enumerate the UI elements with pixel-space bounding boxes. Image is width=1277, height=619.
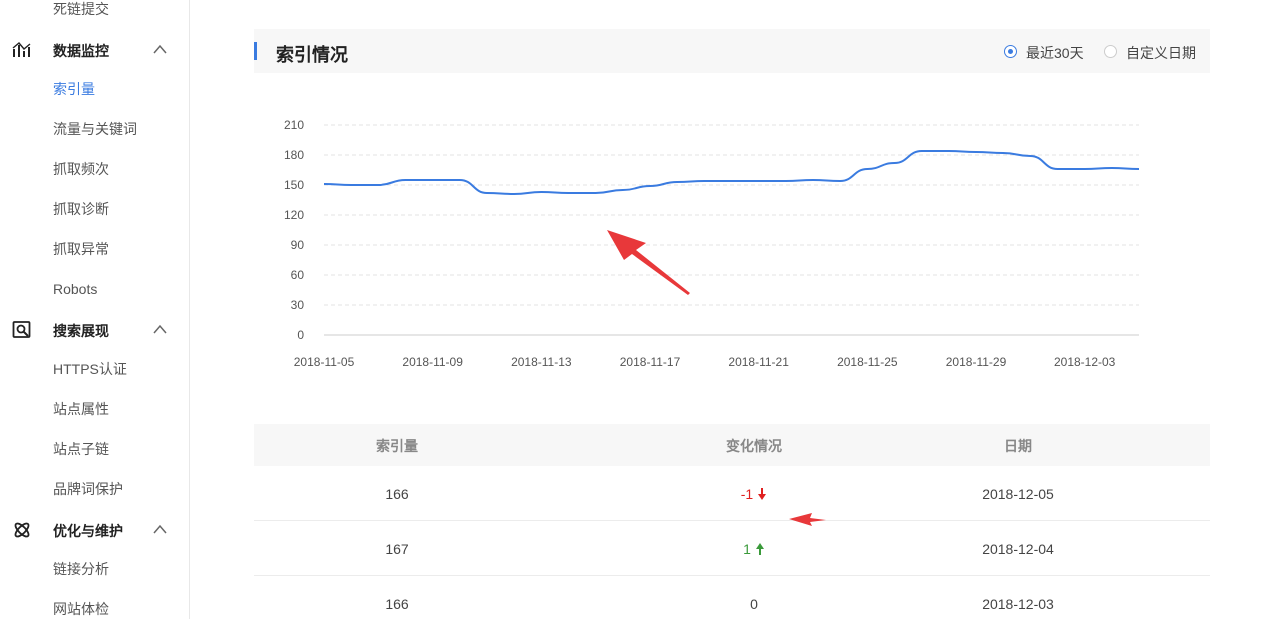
chevron-up-icon[interactable] xyxy=(152,523,168,535)
sidebar-section-title: 优化与维护 xyxy=(53,523,123,539)
x-tick-label: 2018-11-13 xyxy=(511,355,572,369)
y-tick-label: 210 xyxy=(284,118,304,132)
sidebar-section-title: 搜索展现 xyxy=(53,323,109,339)
series-line xyxy=(323,150,1140,196)
table-row: 166 -1 2018-12-05 xyxy=(254,466,1210,521)
sidebar-item-sitelinks[interactable]: 站点子链 xyxy=(53,440,109,458)
sidebar-item-traffic-keywords[interactable]: 流量与关键词 xyxy=(53,120,137,138)
sidebar: 死链提交 数据监控 索引量 流量与关键词 抓取频次 抓取诊断 抓取异常 Robo… xyxy=(0,0,190,619)
sidebar-item-https[interactable]: HTTPS认证 xyxy=(53,360,127,378)
atom-icon xyxy=(14,522,30,538)
sidebar-section-optimize[interactable]: 优化与维护 xyxy=(0,519,189,541)
search-display-icon xyxy=(12,321,31,338)
x-tick-label: 2018-11-09 xyxy=(402,355,463,369)
index-table: 索引量 变化情况 日期 166 -1 2018-12-05 167 1 2018… xyxy=(254,424,1210,619)
title-accent-bar xyxy=(254,42,257,60)
y-tick-label: 150 xyxy=(284,178,304,192)
table-row: 166 0 2018-12-03 xyxy=(254,576,1210,619)
table-row: 167 1 2018-12-04 xyxy=(254,521,1210,576)
sidebar-item-crawl-errors[interactable]: 抓取异常 xyxy=(53,240,109,258)
cell-date: 2018-12-04 xyxy=(982,541,1054,557)
sidebar-section-title: 数据监控 xyxy=(53,43,109,59)
x-tick-label: 2018-11-05 xyxy=(294,355,355,369)
change-value: -1 xyxy=(740,486,754,502)
panel-header: 索引情况 最近30天 自定义日期 xyxy=(254,29,1210,73)
chevron-up-icon[interactable] xyxy=(152,43,168,55)
sidebar-item-dead-link-submit[interactable]: 死链提交 xyxy=(53,0,109,18)
radio-label: 最近30天 xyxy=(1026,45,1084,61)
radio-dot[interactable] xyxy=(1004,45,1017,58)
x-tick-label: 2018-11-25 xyxy=(837,355,898,369)
radio-label: 自定义日期 xyxy=(1126,45,1196,61)
chart-monitor-icon xyxy=(12,42,31,57)
sidebar-item-site-attributes[interactable]: 站点属性 xyxy=(53,400,109,418)
header-change: 变化情况 xyxy=(726,438,782,454)
chevron-up-icon[interactable] xyxy=(152,323,168,335)
sidebar-item-index-volume[interactable]: 索引量 xyxy=(53,80,95,98)
x-tick-label: 2018-11-29 xyxy=(946,355,1007,369)
sidebar-section-data-monitor[interactable]: 数据监控 xyxy=(0,39,189,61)
arrow-down-icon xyxy=(758,488,767,500)
x-tick-label: 2018-11-21 xyxy=(728,355,789,369)
header-index-count: 索引量 xyxy=(376,438,418,454)
y-tick-label: 180 xyxy=(284,148,304,162)
x-tick-label: 2018-12-03 xyxy=(1054,355,1116,369)
change-value: 0 xyxy=(750,596,758,612)
x-tick-label: 2018-11-17 xyxy=(620,355,681,369)
sidebar-item-site-checkup[interactable]: 网站体检 xyxy=(53,600,109,618)
sidebar-section-search-display[interactable]: 搜索展现 xyxy=(0,319,189,341)
change-value: 1 xyxy=(743,541,751,557)
header-date: 日期 xyxy=(1004,438,1032,454)
y-tick-label: 90 xyxy=(291,238,305,252)
page-title: 索引情况 xyxy=(276,45,348,65)
sidebar-item-robots[interactable]: Robots xyxy=(53,280,97,298)
cell-change: -1 xyxy=(604,486,904,502)
index-line-chart: 0 30 60 90 120 150 180 210 2018-11-05 2018-11-09 2… xyxy=(284,118,1140,369)
cell-change: 0 xyxy=(604,596,904,612)
y-tick-label: 0 xyxy=(297,328,304,342)
cell-date: 2018-12-03 xyxy=(982,596,1054,612)
y-tick-label: 60 xyxy=(291,268,305,282)
sidebar-item-brand-protection[interactable]: 品牌词保护 xyxy=(53,480,123,498)
cell-index-count: 167 xyxy=(385,541,409,557)
arrow-up-icon xyxy=(755,543,764,555)
y-tick-label: 30 xyxy=(291,298,305,312)
table-header: 索引量 变化情况 日期 xyxy=(254,424,1210,466)
cell-change: 1 xyxy=(604,541,904,557)
cell-date: 2018-12-05 xyxy=(982,486,1054,502)
sidebar-item-crawl-frequency[interactable]: 抓取频次 xyxy=(53,160,109,178)
radio-dot[interactable] xyxy=(1104,45,1117,58)
y-tick-label: 120 xyxy=(284,208,304,222)
sidebar-item-crawl-diagnosis[interactable]: 抓取诊断 xyxy=(53,200,109,218)
cell-index-count: 166 xyxy=(385,596,409,612)
cell-index-count: 166 xyxy=(385,486,409,502)
sidebar-item-link-analysis[interactable]: 链接分析 xyxy=(53,560,109,578)
